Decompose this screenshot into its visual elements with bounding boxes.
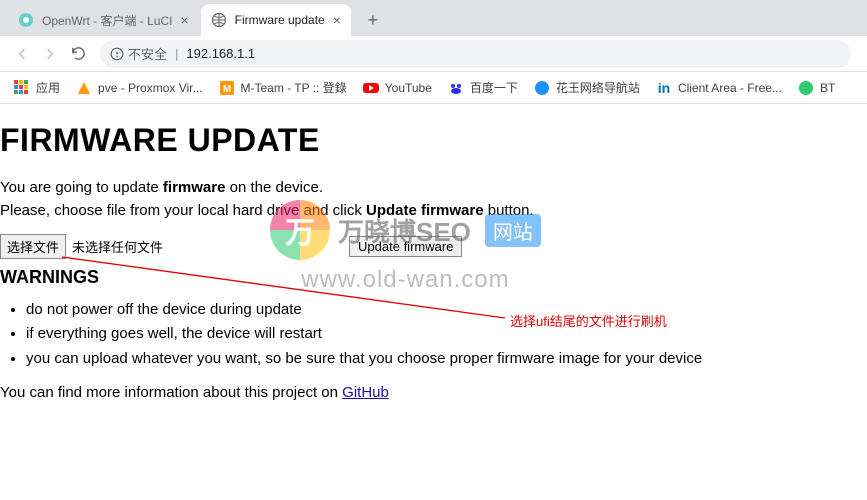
github-link[interactable]: GitHub — [342, 384, 389, 401]
bookmark-label: 花王网络导航站 — [556, 79, 640, 96]
browser-tab-firmware[interactable]: Firmware update × — [201, 4, 351, 36]
list-item: if everything goes well, the device will… — [26, 322, 867, 345]
bookmark-label: M-Team - TP :: 登錄 — [241, 79, 347, 96]
bookmark-bt[interactable]: BT — [790, 80, 843, 96]
update-firmware-button[interactable]: Update firmware — [349, 236, 462, 257]
bookmark-label: 百度一下 — [470, 79, 518, 96]
insecure-label: 不安全 — [128, 44, 167, 63]
bookmark-label: YouTube — [385, 81, 432, 95]
warnings-list: do not power off the device during updat… — [26, 298, 867, 370]
info-icon — [110, 47, 124, 61]
bookmark-mteam[interactable]: M M-Team - TP :: 登錄 — [211, 79, 355, 96]
intro-text: You are going to update firmware on the … — [0, 177, 867, 222]
close-icon[interactable]: × — [180, 13, 188, 27]
bookmark-youtube[interactable]: YouTube — [355, 80, 440, 96]
youtube-icon — [363, 80, 379, 96]
back-button[interactable] — [8, 40, 36, 68]
browser-tab-bar: OpenWrt - 客户端 - LuCI × Firmware update ×… — [0, 0, 867, 36]
url-text: 192.168.1.1 — [186, 46, 255, 61]
tab-favicon-openwrt — [18, 12, 34, 28]
bookmark-label: Client Area - Free... — [678, 81, 782, 95]
address-bar: 不安全 | 192.168.1.1 — [0, 36, 867, 72]
bookmark-baidu[interactable]: 百度一下 — [440, 79, 526, 96]
page-content: FIRMWARE UPDATE You are going to update … — [0, 122, 867, 401]
apps-label: 应用 — [36, 79, 60, 96]
svg-text:in: in — [658, 80, 670, 96]
bookmark-favicon: M — [219, 80, 235, 96]
more-info-text: You can find more information about this… — [0, 384, 867, 401]
bookmark-label: pve - Proxmox Vir... — [98, 81, 202, 95]
tab-title: Firmware update — [235, 13, 325, 27]
globe-icon — [211, 12, 227, 28]
new-tab-button[interactable]: + — [359, 6, 387, 34]
warnings-heading: WARNINGS — [0, 267, 867, 288]
bookmark-favicon — [76, 80, 92, 96]
reload-button[interactable] — [64, 40, 92, 68]
insecure-warning: 不安全 — [110, 44, 167, 63]
bookmark-favicon — [534, 80, 550, 96]
page-title: FIRMWARE UPDATE — [0, 122, 867, 159]
choose-file-button[interactable]: 选择文件 — [0, 234, 66, 259]
list-item: you can upload whatever you want, so be … — [26, 347, 867, 370]
apps-icon — [14, 80, 30, 96]
bookmark-label: BT — [820, 81, 835, 95]
baidu-icon — [448, 80, 464, 96]
bookmark-favicon — [798, 80, 814, 96]
forward-button[interactable] — [36, 40, 64, 68]
bookmark-huawang[interactable]: 花王网络导航站 — [526, 79, 648, 96]
bookmark-pve[interactable]: pve - Proxmox Vir... — [68, 80, 210, 96]
bookmarks-bar: 应用 pve - Proxmox Vir... M M-Team - TP ::… — [0, 72, 867, 104]
svg-text:M: M — [222, 84, 230, 95]
file-input-row: 选择文件 未选择任何文件 Update firmware — [0, 234, 867, 259]
url-input[interactable]: 不安全 | 192.168.1.1 — [100, 40, 851, 68]
file-status-text: 未选择任何文件 — [72, 237, 163, 256]
list-item: do not power off the device during updat… — [26, 298, 867, 321]
close-icon[interactable]: × — [333, 13, 341, 27]
separator: | — [175, 46, 178, 61]
browser-tab-openwrt[interactable]: OpenWrt - 客户端 - LuCI × — [8, 4, 199, 36]
bookmark-favicon: in — [656, 80, 672, 96]
bookmark-clientarea[interactable]: in Client Area - Free... — [648, 80, 790, 96]
apps-button[interactable]: 应用 — [6, 79, 68, 96]
tab-title: OpenWrt - 客户端 - LuCI — [42, 12, 172, 29]
